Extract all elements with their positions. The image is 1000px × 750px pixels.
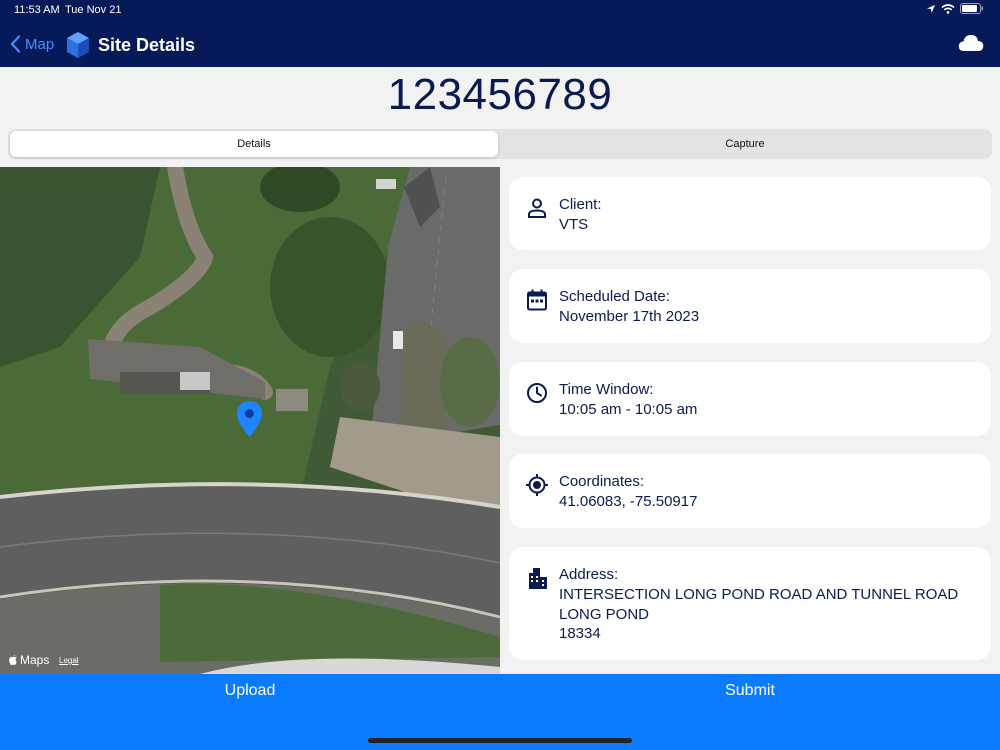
maps-brand: Maps [20,653,50,667]
coordinates-label: Coordinates: [559,473,645,490]
coordinates-card: Coordinates: 41.06083, -75.50917 [509,454,991,528]
tab-details[interactable]: Details [10,131,498,157]
client-value: VTS [559,216,589,233]
apple-icon [9,654,17,665]
maps-legal-link[interactable]: Legal [59,656,79,665]
address-line-3: 18334 [559,625,601,642]
satellite-map[interactable]: Maps Legal [0,167,500,674]
status-time: 11:53 AM [14,4,60,16]
address-card: Address: INTERSECTION LONG POND ROAD AND… [509,547,991,660]
address-value: INTERSECTION LONG POND ROAD AND TUNNEL R… [559,585,958,644]
back-label: Map [25,35,55,53]
clock-icon [527,383,547,403]
coordinates-value: 41.06083, -75.50917 [559,493,698,510]
submit-button[interactable]: Submit [500,682,1000,700]
scheduled-date-value: November 17th 2023 [559,308,700,325]
crosshair-icon [526,474,548,496]
status-icons [926,3,984,14]
time-window-label: Time Window: [559,381,654,398]
time-window-value: 10:05 am - 10:05 am [559,401,698,418]
time-window-card: Time Window: 10:05 am - 10:05 am [509,362,991,436]
home-indicator [368,738,632,743]
apple-maps-logo: Maps [8,653,49,667]
cloud-icon[interactable] [958,34,984,52]
location-arrow-icon [927,4,935,13]
battery-icon [960,3,984,14]
chevron-left-icon [10,35,21,53]
upload-button[interactable]: Upload [0,682,500,700]
address-line-2: LONG POND [559,605,650,623]
client-label: Client: [559,196,602,213]
top-bar: 11:53 AM Tue Nov 21 Map Site Details [0,0,1000,67]
address-line-1: INTERSECTION LONG POND ROAD AND TUNNEL R… [559,586,959,603]
page-title: Site Details [98,35,196,55]
calendar-icon [527,289,547,311]
building-icon [529,568,547,589]
back-button[interactable]: Map [10,35,54,53]
bottom-action-bar: Upload Submit [0,674,1000,750]
app-logo-icon [67,32,89,58]
tab-control: Details Capture [8,129,992,159]
scheduled-date-card: Scheduled Date: November 17th 2023 [509,269,991,343]
client-card: Client: VTS [509,177,991,250]
tab-capture[interactable]: Capture [500,131,990,157]
site-number: 123456789 [387,70,613,119]
person-icon [528,198,546,218]
scheduled-date-label: Scheduled Date: [559,288,670,305]
wifi-icon [941,3,955,14]
address-label: Address: [559,566,619,583]
status-date: Tue Nov 21 [65,4,122,16]
location-pin-icon[interactable] [236,400,263,438]
